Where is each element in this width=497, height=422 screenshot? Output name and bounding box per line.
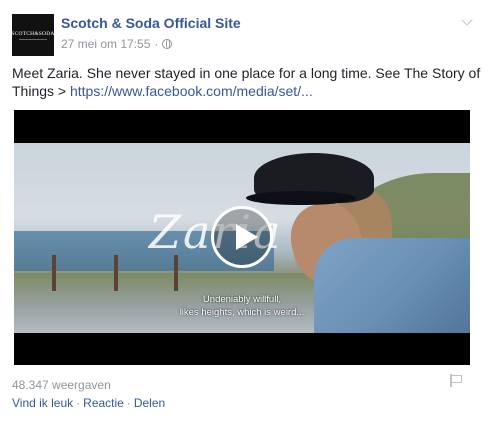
avatar-brand-text: SCOTCH&SODA bbox=[11, 30, 55, 37]
fence-post bbox=[174, 255, 178, 291]
page-name-link[interactable]: Scotch & Soda Official Site bbox=[61, 15, 241, 31]
chevron-down-icon[interactable] bbox=[462, 18, 472, 28]
avatar-divider bbox=[19, 38, 47, 40]
flag-icon[interactable] bbox=[449, 374, 463, 388]
post-actions: Vind ik leuk · Reactie · Delen bbox=[12, 396, 165, 410]
meta-separator: · bbox=[154, 37, 159, 51]
fence-post bbox=[114, 255, 118, 291]
action-separator: · bbox=[76, 396, 81, 410]
post-timestamp[interactable]: 27 mei om 17:55 bbox=[61, 37, 150, 51]
video-person-cap-brim bbox=[246, 191, 356, 205]
view-count: 48.347 weergaven bbox=[12, 378, 111, 392]
like-link[interactable]: Vind ik leuk bbox=[12, 396, 73, 410]
post-link[interactable]: https://www.facebook.com/media/set/... bbox=[70, 83, 313, 99]
page-avatar[interactable]: SCOTCH&SODA bbox=[11, 14, 55, 56]
action-separator: · bbox=[126, 396, 131, 410]
subtitle-line-2: likes heights, which is weird... bbox=[179, 307, 305, 318]
share-link[interactable]: Delen bbox=[134, 396, 165, 410]
post-meta: 27 mei om 17:55 · bbox=[61, 37, 173, 51]
video-player[interactable]: Zaria Undeniably willfull, likes heights… bbox=[14, 110, 470, 365]
play-icon[interactable] bbox=[211, 206, 273, 268]
fence-post bbox=[52, 255, 56, 291]
video-subtitle: Undeniably willfull, likes heights, whic… bbox=[14, 293, 470, 319]
subtitle-line-1: Undeniably willfull, bbox=[202, 294, 282, 305]
post-message: Meet Zaria. She never stayed in one plac… bbox=[12, 64, 487, 100]
video-frame: Zaria Undeniably willfull, likes heights… bbox=[14, 143, 470, 333]
facebook-post: SCOTCH&SODA Scotch & Soda Official Site … bbox=[0, 0, 497, 422]
comment-link[interactable]: Reactie bbox=[83, 396, 124, 410]
globe-icon[interactable] bbox=[162, 39, 173, 49]
